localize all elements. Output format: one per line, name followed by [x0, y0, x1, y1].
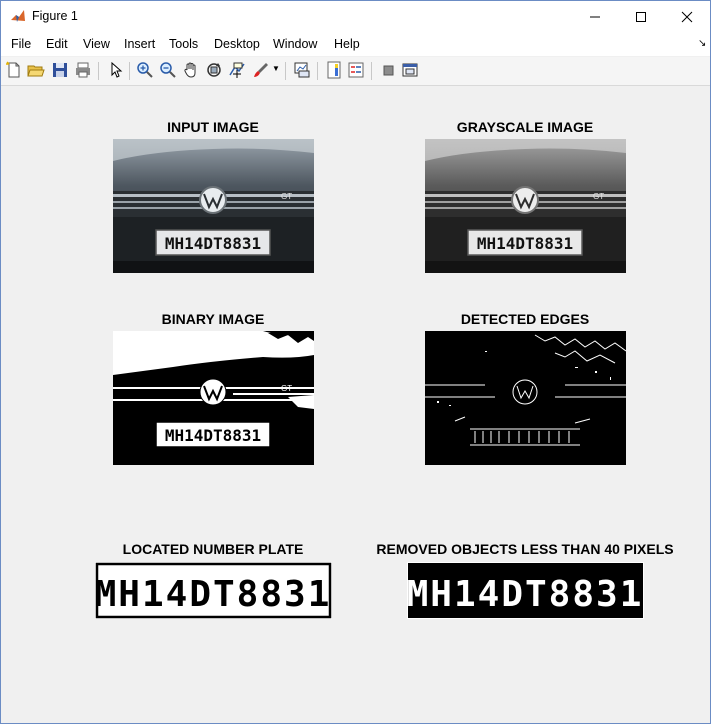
toolbar-separator	[371, 62, 372, 80]
menu-view[interactable]: View	[83, 37, 110, 51]
toolbar-separator	[129, 62, 130, 80]
data-cursor-icon[interactable]	[228, 61, 246, 79]
link-plot-icon[interactable]	[293, 61, 311, 79]
plate-text: MH14DT8831	[407, 574, 643, 615]
gt-badge: GT	[593, 192, 604, 201]
binary-image-title: BINARY IMAGE	[161, 311, 265, 327]
pan-icon[interactable]	[182, 61, 200, 79]
new-figure-icon[interactable]	[5, 61, 23, 79]
grayscale-image-title: GRAYSCALE IMAGE	[456, 119, 594, 135]
menu-file[interactable]: File	[11, 37, 31, 51]
legend-icon[interactable]	[347, 61, 365, 79]
figure-window: Figure 1 File Edit View Insert Tools Des…	[0, 0, 711, 724]
menu-insert[interactable]: Insert	[124, 37, 155, 51]
window-title: Figure 1	[32, 9, 78, 23]
chevron-down-icon[interactable]: ▼	[272, 64, 280, 73]
plate-text: MH14DT8831	[95, 574, 331, 615]
input-image-title: INPUT IMAGE	[167, 119, 259, 135]
matlab-icon	[11, 10, 25, 22]
removed-objects-image: MH14DT8831	[407, 562, 644, 619]
hide-plot-tools-icon[interactable]	[379, 61, 397, 79]
colorbar-icon[interactable]	[325, 61, 343, 79]
detected-edges-title: DETECTED EDGES	[460, 311, 590, 327]
pointer-icon[interactable]	[107, 61, 125, 79]
minimize-icon	[590, 16, 600, 17]
located-plate-title: LOCATED NUMBER PLATE	[122, 541, 304, 557]
maximize-button[interactable]	[618, 1, 664, 32]
rotate-3d-icon[interactable]	[205, 61, 223, 79]
open-file-icon[interactable]	[27, 61, 45, 79]
plate-text: MH14DT8831	[477, 234, 573, 253]
toolbar-separator	[98, 62, 99, 80]
plate-text: MH14DT8831	[165, 234, 261, 253]
save-icon[interactable]	[51, 61, 69, 79]
close-button[interactable]	[664, 1, 710, 32]
removed-objects-title: REMOVED OBJECTS LESS THAN 40 PIXELS	[376, 541, 674, 557]
gt-badge: GT	[281, 384, 292, 393]
grayscale-image: GT MH14DT8831	[425, 139, 626, 273]
toolbar-separator	[317, 62, 318, 80]
located-plate-image: MH14DT8831	[95, 562, 332, 619]
dock-arrow-icon[interactable]: ↘	[698, 38, 706, 49]
menu-desktop[interactable]: Desktop	[214, 37, 260, 51]
toolbar-separator	[285, 62, 286, 80]
zoom-in-icon[interactable]	[136, 61, 154, 79]
gt-badge: GT	[281, 192, 292, 201]
maximize-icon	[636, 11, 646, 22]
input-image: GT MH14DT8831	[113, 139, 314, 273]
print-icon[interactable]	[74, 61, 92, 79]
menu-edit[interactable]: Edit	[46, 37, 68, 51]
menu-window[interactable]: Window	[273, 37, 317, 51]
close-icon	[681, 11, 693, 22]
detected-edges-image	[425, 331, 626, 465]
zoom-out-icon[interactable]	[159, 61, 177, 79]
title-bar[interactable]: Figure 1	[1, 1, 710, 32]
minimize-button[interactable]	[572, 1, 618, 32]
brush-icon[interactable]	[252, 61, 270, 79]
menu-tools[interactable]: Tools	[169, 37, 198, 51]
menu-help[interactable]: Help	[334, 37, 360, 51]
show-plot-tools-icon[interactable]	[401, 61, 419, 79]
plate-text: MH14DT8831	[165, 426, 261, 445]
binary-image: GT MH14DT8831	[113, 331, 314, 465]
